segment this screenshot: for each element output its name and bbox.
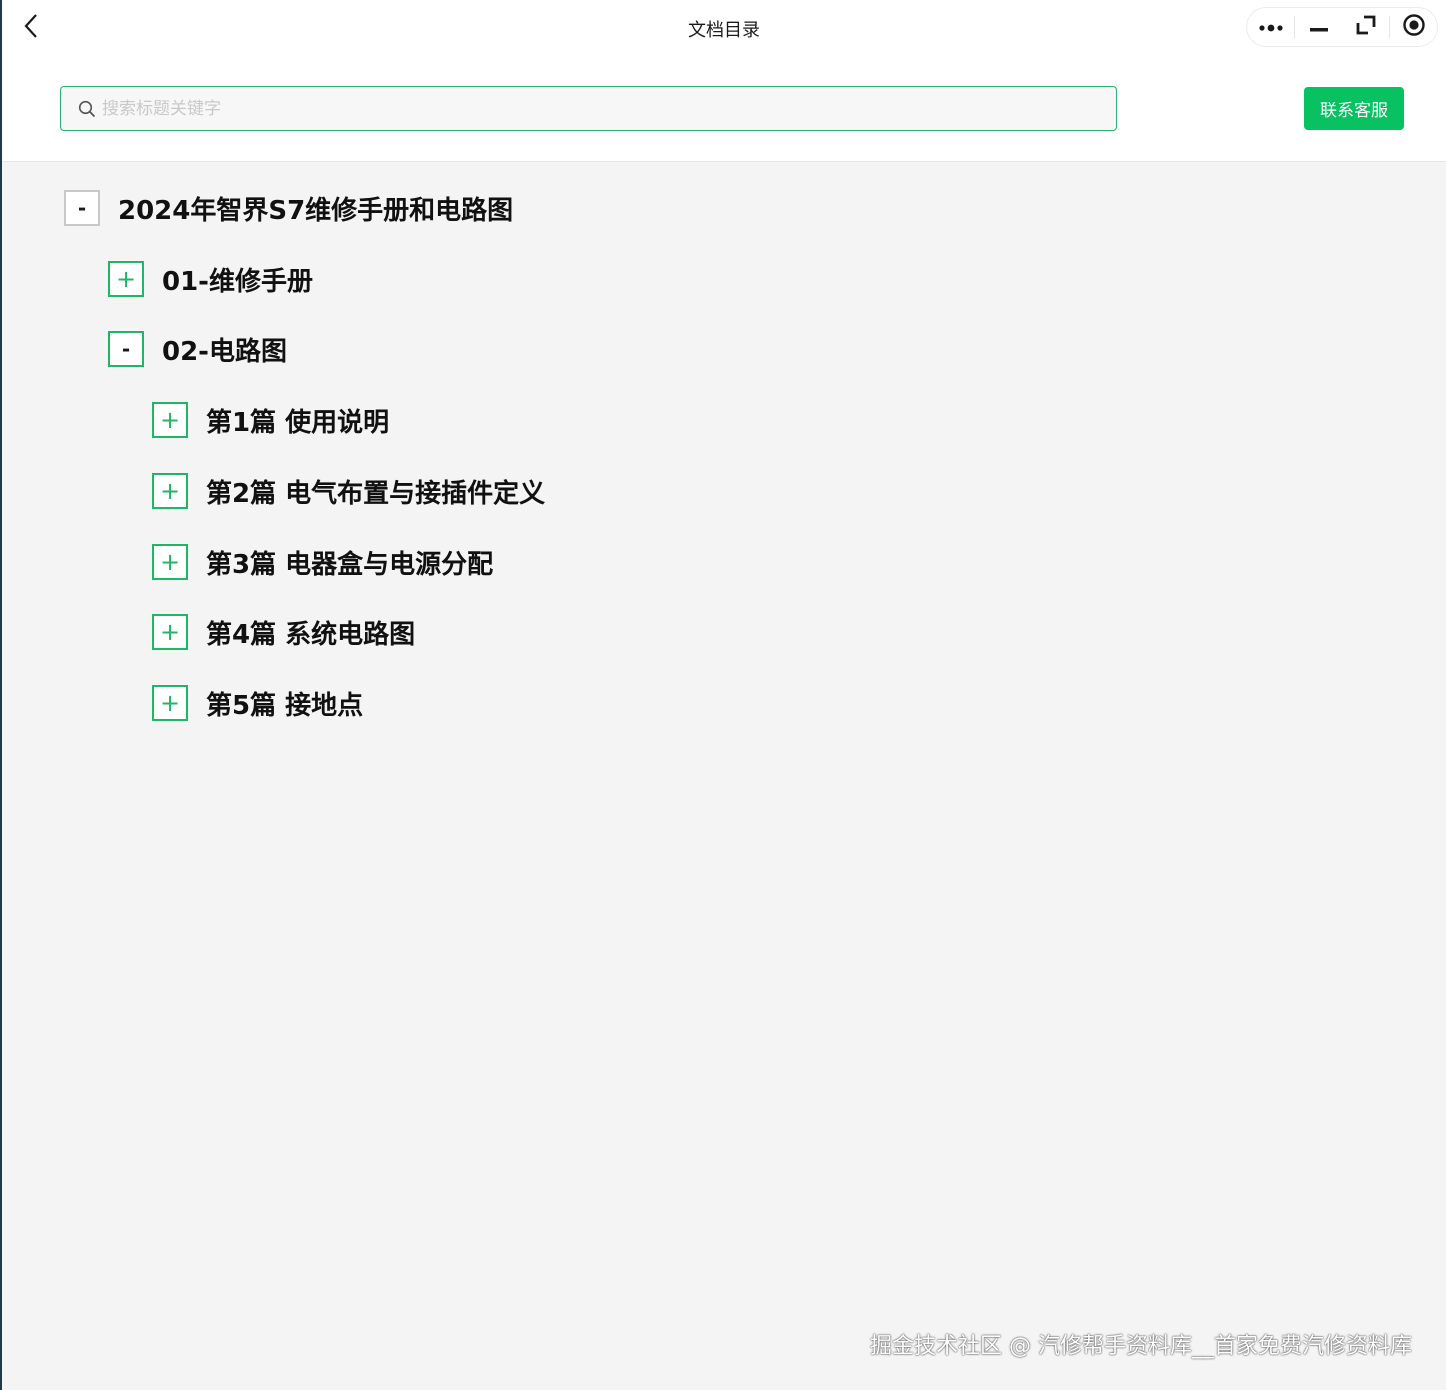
search-input[interactable] bbox=[96, 87, 1116, 130]
collapse-toggle[interactable]: - bbox=[108, 331, 144, 367]
expand-toggle[interactable]: + bbox=[152, 402, 188, 438]
tree-node-child[interactable]: - 02-电路图 bbox=[108, 329, 287, 369]
tree-node-label: 第4篇 系统电路图 bbox=[206, 619, 416, 650]
tree-node-grandchild[interactable]: + 第4篇 系统电路图 bbox=[152, 612, 415, 652]
tree-node-root[interactable]: - 2024年智界S7维修手册和电路图 bbox=[64, 188, 513, 228]
tree-node-grandchild[interactable]: + 第1篇 使用说明 bbox=[152, 400, 389, 440]
search-icon bbox=[78, 100, 96, 118]
tree-node-label: 第5篇 接地点 bbox=[206, 690, 364, 721]
restore-button[interactable] bbox=[1342, 8, 1389, 46]
expand-toggle[interactable]: + bbox=[152, 544, 188, 580]
tree-node-label: 2024年智界S7维修手册和电路图 bbox=[118, 195, 514, 226]
tree-node-label: 第3篇 电器盒与电源分配 bbox=[206, 549, 494, 580]
tree-node-label: 第2篇 电气布置与接插件定义 bbox=[206, 478, 546, 509]
more-icon bbox=[1258, 18, 1284, 37]
page-title: 文档目录 bbox=[688, 20, 760, 41]
collapse-toggle[interactable]: - bbox=[64, 190, 100, 226]
expand-toggle[interactable]: + bbox=[152, 614, 188, 650]
tree-node-grandchild[interactable]: + 第5篇 接地点 bbox=[152, 683, 363, 723]
app-window: 文档目录 搜索标题关键字 联系客服 - 2024年智界S7维修手册和电路图 + … bbox=[0, 0, 1446, 1390]
tree-node-label: 第1篇 使用说明 bbox=[206, 407, 390, 438]
tree-node-child[interactable]: + 01-维修手册 bbox=[108, 259, 313, 299]
more-button[interactable] bbox=[1247, 8, 1294, 46]
expand-toggle[interactable]: + bbox=[152, 473, 188, 509]
window-capsule bbox=[1246, 7, 1438, 47]
close-button[interactable] bbox=[1390, 8, 1437, 46]
restore-icon bbox=[1356, 15, 1376, 39]
tree-node-label: 02-电路图 bbox=[162, 336, 287, 367]
tree-node-label: 01-维修手册 bbox=[162, 266, 313, 297]
tree-node-grandchild[interactable]: + 第3篇 电器盒与电源分配 bbox=[152, 542, 493, 582]
minimize-button[interactable] bbox=[1295, 8, 1342, 46]
minimize-icon bbox=[1309, 18, 1329, 37]
expand-toggle[interactable]: + bbox=[152, 685, 188, 721]
tree-node-grandchild[interactable]: + 第2篇 电气布置与接插件定义 bbox=[152, 471, 545, 511]
title-bar: 文档目录 bbox=[2, 0, 1446, 56]
search-box[interactable] bbox=[60, 86, 1117, 131]
watermark: 掘金技术社区 @ 汽修帮手资料库__首家免费汽修资料库 bbox=[870, 1334, 1412, 1359]
search-bar-area: 联系客服 bbox=[2, 56, 1446, 162]
close-circle-icon bbox=[1402, 13, 1426, 41]
expand-toggle[interactable]: + bbox=[108, 261, 144, 297]
contact-support-button[interactable]: 联系客服 bbox=[1304, 87, 1404, 130]
